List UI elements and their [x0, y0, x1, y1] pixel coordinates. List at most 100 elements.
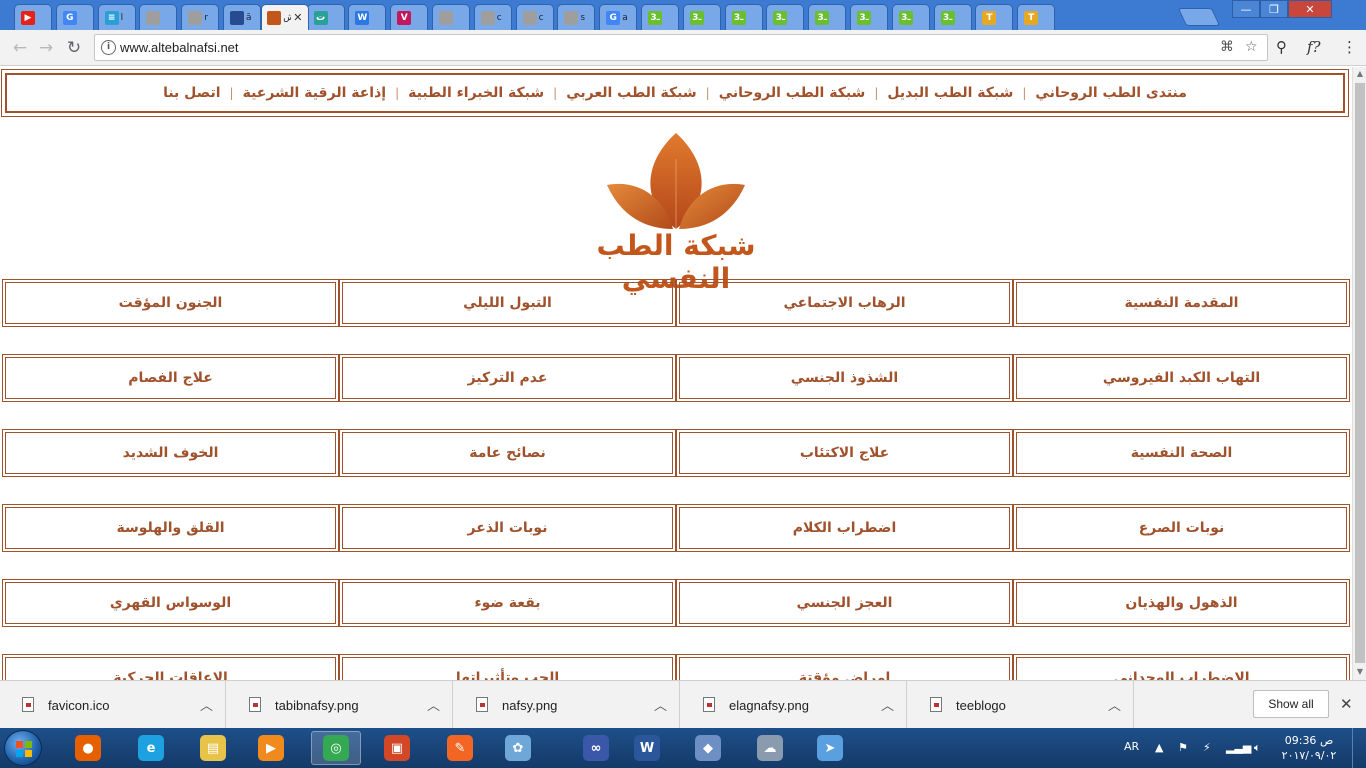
browser-tab[interactable]: ت: [306, 4, 345, 30]
browser-tab[interactable]: ـ3: [808, 4, 847, 30]
taskbar-app[interactable]: ▤: [188, 731, 238, 765]
taskbar-app[interactable]: ✎: [435, 731, 485, 765]
top-nav-link[interactable]: شبكة الطب العربي: [566, 85, 696, 101]
signal-icon[interactable]: ▂▃▅: [1226, 741, 1251, 754]
browser-tab[interactable]: ـ3: [891, 4, 930, 30]
close-tab-icon[interactable]: ✕: [293, 11, 302, 24]
taskbar-app[interactable]: ▣: [372, 731, 422, 765]
download-item[interactable]: nafsy.png ︿: [454, 681, 680, 729]
browser-tab[interactable]: ـ3: [933, 4, 972, 30]
taskbar-app[interactable]: ◆: [683, 731, 733, 765]
show-desktop-button[interactable]: [1352, 728, 1366, 768]
forward-icon[interactable]: →: [34, 36, 58, 60]
translate-icon[interactable]: ⌘: [1220, 39, 1234, 55]
chevron-up-icon[interactable]: ︿: [654, 695, 667, 714]
taskbar-app[interactable]: ➤: [805, 731, 855, 765]
flag-icon[interactable]: ⚑: [1178, 741, 1188, 754]
menu-item[interactable]: علاج الفصام: [2, 354, 339, 402]
bookmark-star-icon[interactable]: ☆: [1245, 39, 1258, 55]
menu-item[interactable]: اضطراب الكلام: [676, 504, 1013, 552]
top-nav-link[interactable]: شبكة الخبراء الطبية: [408, 85, 544, 101]
scroll-down-icon[interactable]: ▼: [1353, 665, 1366, 679]
menu-item[interactable]: علاج الاكتئاب: [676, 429, 1013, 477]
download-item[interactable]: favicon.ico ︿: [0, 681, 226, 729]
top-nav-link[interactable]: اتصل بنا: [163, 85, 220, 101]
new-tab-button[interactable]: [1177, 8, 1221, 26]
menu-item[interactable]: العجز الجنسي: [676, 579, 1013, 627]
browser-tab[interactable]: G: [55, 4, 94, 30]
url-text[interactable]: www.altebalnafsi.net: [120, 40, 239, 55]
browser-tab[interactable]: ـ3: [682, 4, 721, 30]
volume-icon[interactable]: 🔈︎: [1254, 741, 1261, 755]
taskbar-app[interactable]: ●: [63, 731, 113, 765]
close-window-icon[interactable]: ✕: [1288, 0, 1332, 18]
menu-item[interactable]: امراض مؤقتة: [676, 654, 1013, 680]
taskbar-app[interactable]: ✿: [493, 731, 543, 765]
menu-item[interactable]: الرهاب الاجتماعي: [676, 279, 1013, 327]
menu-item[interactable]: الخوف الشديد: [2, 429, 339, 477]
browser-tab[interactable]: ā: [223, 4, 261, 30]
menu-item[interactable]: الصحة النفسية: [1013, 429, 1350, 477]
chevron-up-icon[interactable]: ︿: [881, 695, 894, 714]
chevron-up-icon[interactable]: ︿: [200, 695, 213, 714]
browser-tab[interactable]: ▶: [14, 4, 52, 30]
browser-tab[interactable]: s: [557, 4, 596, 30]
system-clock[interactable]: 09:36 ص ٢٠١٧/٠٩/٠٢: [1280, 733, 1338, 763]
chevron-up-icon[interactable]: ︿: [1108, 695, 1121, 714]
site-logo[interactable]: شبكة الطب النفسي: [565, 129, 787, 295]
language-indicator[interactable]: AR: [1124, 740, 1139, 753]
menu-item[interactable]: الذهول والهذيان: [1013, 579, 1350, 627]
browser-tab[interactable]: ≡ أ: [97, 4, 136, 30]
taskbar-app[interactable]: ☁: [745, 731, 795, 765]
browser-tab[interactable]: T: [975, 4, 1014, 30]
menu-item[interactable]: عدم التركيز: [339, 354, 676, 402]
maximize-icon[interactable]: ❐: [1260, 0, 1288, 18]
browser-tab[interactable]: ـ3: [724, 4, 763, 30]
top-nav-link[interactable]: شبكة الطب البديل: [887, 85, 1013, 101]
menu-item[interactable]: بقعة ضوء: [339, 579, 676, 627]
top-nav-link[interactable]: شبكة الطب الروحاني: [719, 85, 866, 101]
top-nav-link[interactable]: منتدى الطب الروحاني: [1035, 85, 1187, 101]
minimize-icon[interactable]: —: [1232, 0, 1260, 18]
menu-icon[interactable]: ⋮: [1342, 38, 1357, 56]
menu-item[interactable]: نصائح عامة: [339, 429, 676, 477]
menu-item[interactable]: الاضطراب الوجداني: [1013, 654, 1350, 680]
vertical-scrollbar[interactable]: ▲ ▼: [1352, 67, 1366, 680]
power-icon[interactable]: ⚡: [1203, 741, 1211, 754]
tab-active[interactable]: ش ✕: [260, 4, 309, 30]
menu-item[interactable]: الاعاقات الحركية: [2, 654, 339, 680]
browser-tab[interactable]: ـ3: [766, 4, 805, 30]
start-button[interactable]: [4, 730, 42, 766]
taskbar-app[interactable]: ∞: [571, 731, 621, 765]
browser-tab[interactable]: c: [473, 4, 512, 30]
back-icon[interactable]: ←: [8, 36, 32, 60]
zoom-icon[interactable]: ⚲: [1276, 38, 1287, 56]
info-icon[interactable]: i: [101, 40, 116, 55]
browser-tab[interactable]: r: [181, 4, 220, 30]
browser-tab[interactable]: Ga: [599, 4, 638, 30]
reload-icon[interactable]: ↻: [62, 36, 86, 60]
scroll-up-icon[interactable]: ▲: [1353, 67, 1366, 81]
browser-tab[interactable]: V: [390, 4, 429, 30]
taskbar-app[interactable]: W: [622, 731, 672, 765]
menu-item[interactable]: الوسواس القهري: [2, 579, 339, 627]
menu-item[interactable]: التبول الليلي: [339, 279, 676, 327]
browser-tab[interactable]: W: [348, 4, 387, 30]
show-all-button[interactable]: Show all: [1253, 690, 1329, 718]
taskbar-app[interactable]: ▶: [246, 731, 296, 765]
browser-tab[interactable]: [139, 4, 178, 30]
download-item[interactable]: elagnafsy.png ︿: [681, 681, 907, 729]
browser-tab[interactable]: ـ3: [641, 4, 679, 30]
address-bar[interactable]: i www.altebalnafsi.net ⌘ ☆: [94, 34, 1268, 61]
scroll-thumb[interactable]: [1355, 83, 1365, 663]
menu-item[interactable]: القلق والهلوسة: [2, 504, 339, 552]
menu-item[interactable]: الحب وتأثيراتها: [339, 654, 676, 680]
menu-item[interactable]: المقدمة النفسية: [1013, 279, 1350, 327]
menu-item[interactable]: الشذوذ الجنسي: [676, 354, 1013, 402]
menu-item[interactable]: نوبات الصرع: [1013, 504, 1350, 552]
browser-tab[interactable]: [432, 4, 470, 30]
tray-arrow-icon[interactable]: ▲: [1155, 741, 1163, 754]
browser-tab[interactable]: T: [1017, 4, 1056, 30]
browser-tab[interactable]: c: [515, 4, 554, 30]
close-downloads-icon[interactable]: ✕: [1340, 695, 1353, 713]
